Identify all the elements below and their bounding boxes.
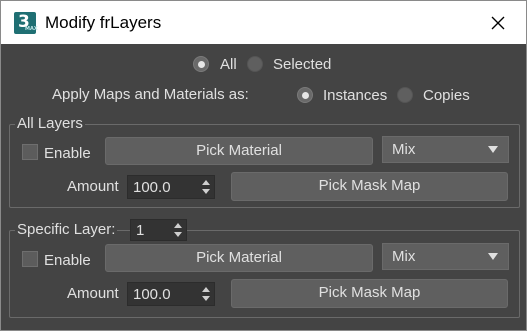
dialog-body: All Selected Apply Maps and Materials as…: [0, 44, 527, 331]
specific-layer-mode-dropdown[interactable]: Mix: [382, 243, 509, 270]
specific-layer-enable-label[interactable]: Enable: [44, 252, 91, 270]
app-icon: 3 MAX: [14, 12, 38, 34]
spin-up-icon[interactable]: [202, 180, 210, 185]
close-button[interactable]: [486, 11, 510, 35]
radio-instances[interactable]: [297, 87, 313, 103]
all-layers-mode-value: Mix: [392, 141, 416, 158]
radio-copies[interactable]: [397, 87, 413, 103]
spin-up-icon[interactable]: [174, 223, 182, 228]
spin-down-icon[interactable]: [174, 232, 182, 237]
spin-up-icon[interactable]: [202, 287, 210, 292]
specific-layer-title: Specific Layer:: [15, 221, 118, 239]
all-layers-enable-label[interactable]: Enable: [44, 145, 91, 163]
specific-layer-pick-material-button[interactable]: Pick Material: [105, 244, 373, 272]
apply-label: Apply Maps and Materials as:: [52, 86, 249, 103]
spinner-arrows-icon[interactable]: [173, 222, 183, 240]
window-title: Modify frLayers: [45, 13, 162, 32]
close-icon: [491, 16, 505, 30]
radio-all[interactable]: [193, 56, 209, 72]
specific-layer-pick-mask-button[interactable]: Pick Mask Map: [231, 279, 508, 308]
radio-copies-label[interactable]: Copies: [423, 87, 470, 105]
specific-layer-enable-checkbox[interactable]: [22, 251, 38, 267]
spinner-arrows-icon[interactable]: [201, 179, 211, 197]
radio-selected-label[interactable]: Selected: [273, 56, 331, 74]
all-layers-pick-material-button[interactable]: Pick Material: [105, 137, 373, 165]
spinner-arrows-icon[interactable]: [201, 286, 211, 304]
specific-layer-mode-value: Mix: [392, 248, 416, 265]
all-layers-amount-value[interactable]: 100.0: [133, 179, 171, 197]
radio-selected[interactable]: [247, 56, 263, 72]
all-layers-enable-checkbox[interactable]: [22, 144, 38, 160]
all-layers-pick-mask-button[interactable]: Pick Mask Map: [231, 172, 508, 201]
all-layers-mode-dropdown[interactable]: Mix: [382, 136, 509, 163]
layer-index-spinner[interactable]: 1: [130, 219, 187, 241]
layer-index-value[interactable]: 1: [136, 222, 144, 240]
specific-layer-amount-label: Amount: [67, 285, 119, 302]
radio-all-label[interactable]: All: [220, 56, 237, 74]
app-icon-sub: MAX: [25, 26, 38, 32]
all-layers-title: All Layers: [15, 115, 85, 133]
all-layers-amount-spinner[interactable]: 100.0: [127, 175, 215, 199]
specific-layer-amount-spinner[interactable]: 100.0: [127, 282, 215, 306]
radio-instances-label[interactable]: Instances: [323, 87, 387, 105]
spin-down-icon[interactable]: [202, 189, 210, 194]
specific-layer-amount-value[interactable]: 100.0: [133, 286, 171, 304]
title-bar: 3 MAX Modify frLayers: [0, 0, 527, 44]
chevron-down-icon: [488, 253, 498, 260]
chevron-down-icon: [488, 146, 498, 153]
spin-down-icon[interactable]: [202, 296, 210, 301]
all-layers-amount-label: Amount: [67, 178, 119, 195]
